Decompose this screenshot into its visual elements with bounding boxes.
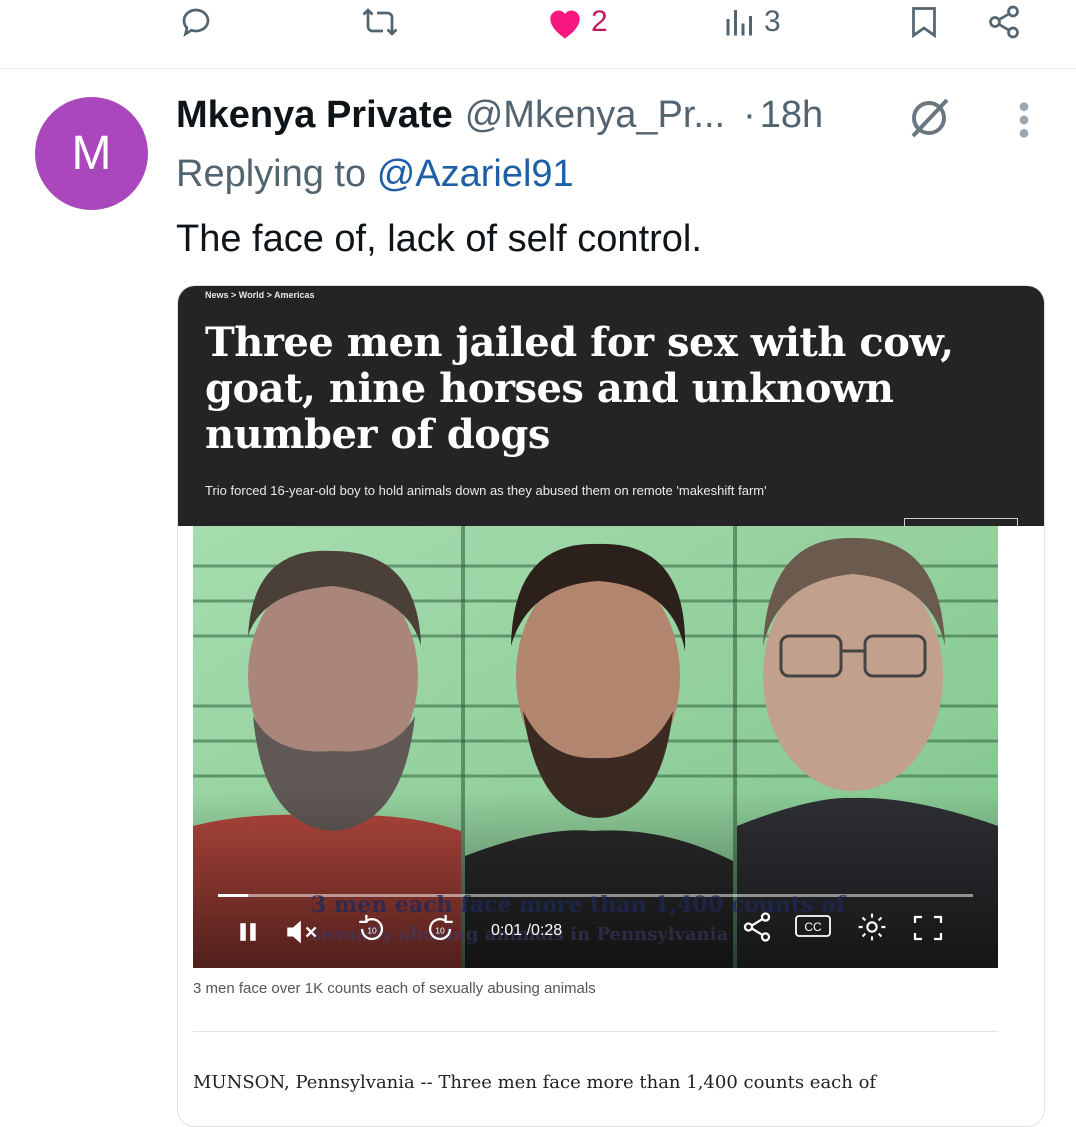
breadcrumb: News > World > Americas [205, 290, 315, 300]
video-player[interactable]: 3 men each face more than 1,400 counts o… [193, 526, 998, 968]
rewind-icon: 10 [359, 914, 383, 941]
mute-icon [287, 920, 317, 944]
fullscreen-icon [913, 915, 943, 941]
avatar-letter: M [71, 127, 112, 180]
settings-button[interactable] [856, 911, 888, 948]
fullscreen-button[interactable] [913, 915, 943, 946]
video-share-button[interactable] [739, 910, 775, 949]
closed-captions-icon: CC [795, 915, 831, 937]
pause-button[interactable] [237, 921, 259, 948]
share-icon [985, 4, 1023, 40]
bookmark-icon [906, 4, 942, 40]
timestamp[interactable]: 18h [760, 94, 823, 137]
forward-icon: 10 [429, 914, 453, 941]
reply-icon [178, 4, 214, 40]
share-button[interactable] [985, 0, 1023, 44]
article-header: News > World > Americas Three men jailed… [178, 286, 1044, 527]
replying-to-handle[interactable]: @Azariel91 [377, 153, 574, 195]
article-headline: Three men jailed for sex with cow, goat,… [205, 319, 954, 458]
like-count: 2 [591, 5, 608, 38]
retweet-icon [360, 4, 400, 40]
captions-button[interactable]: CC [795, 915, 831, 942]
media-card[interactable]: News > World > Americas Three men jailed… [177, 285, 1045, 1127]
tweet-header: Mkenya Private @Mkenya_Pr... · 18h [176, 94, 823, 137]
tweet-divider [0, 68, 1076, 69]
gear-icon [858, 913, 886, 941]
tweet-text: The face of, lack of self control. [176, 218, 702, 260]
bookmark-button[interactable] [906, 0, 942, 44]
current-time: 0:01 [491, 922, 523, 939]
article-separator [193, 1031, 998, 1032]
video-caption: 3 men face over 1K counts each of sexual… [193, 980, 596, 997]
reply-button[interactable] [178, 0, 214, 44]
views-icon [722, 4, 758, 40]
duration: 0:28 [531, 922, 563, 939]
user-handle[interactable]: @Mkenya_Pr... [465, 94, 725, 137]
forward-10-button[interactable]: 10 [423, 912, 457, 951]
article-subheadline: Trio forced 16-year-old boy to hold anim… [205, 483, 767, 498]
retweet-button[interactable] [360, 0, 400, 44]
rewind-10-button[interactable]: 10 [355, 912, 389, 951]
view-count: 3 [764, 5, 781, 38]
like-button[interactable]: 2 [545, 0, 608, 44]
separator-dot: · [743, 94, 756, 136]
replying-to: Replying to @Azariel91 [176, 153, 574, 196]
replying-to-label: Replying to [176, 153, 367, 195]
cc-label: CC [804, 920, 822, 934]
mute-button[interactable] [285, 919, 319, 950]
more-options-icon[interactable] [1012, 100, 1036, 145]
pause-icon [240, 923, 256, 941]
forward-seconds: 10 [435, 925, 445, 935]
share-icon [743, 912, 771, 942]
display-name[interactable]: Mkenya Private [176, 94, 453, 137]
views-button[interactable]: 3 [722, 0, 781, 44]
video-time: 0:01 /0:28 [491, 922, 562, 940]
heart-icon [545, 4, 585, 40]
grok-icon[interactable] [904, 94, 954, 147]
avatar[interactable]: M [35, 97, 148, 210]
article-body: MUNSON, Pennsylvania -- Three men face m… [193, 1072, 877, 1093]
progress-fill [218, 894, 249, 897]
rewind-seconds: 10 [367, 925, 377, 935]
